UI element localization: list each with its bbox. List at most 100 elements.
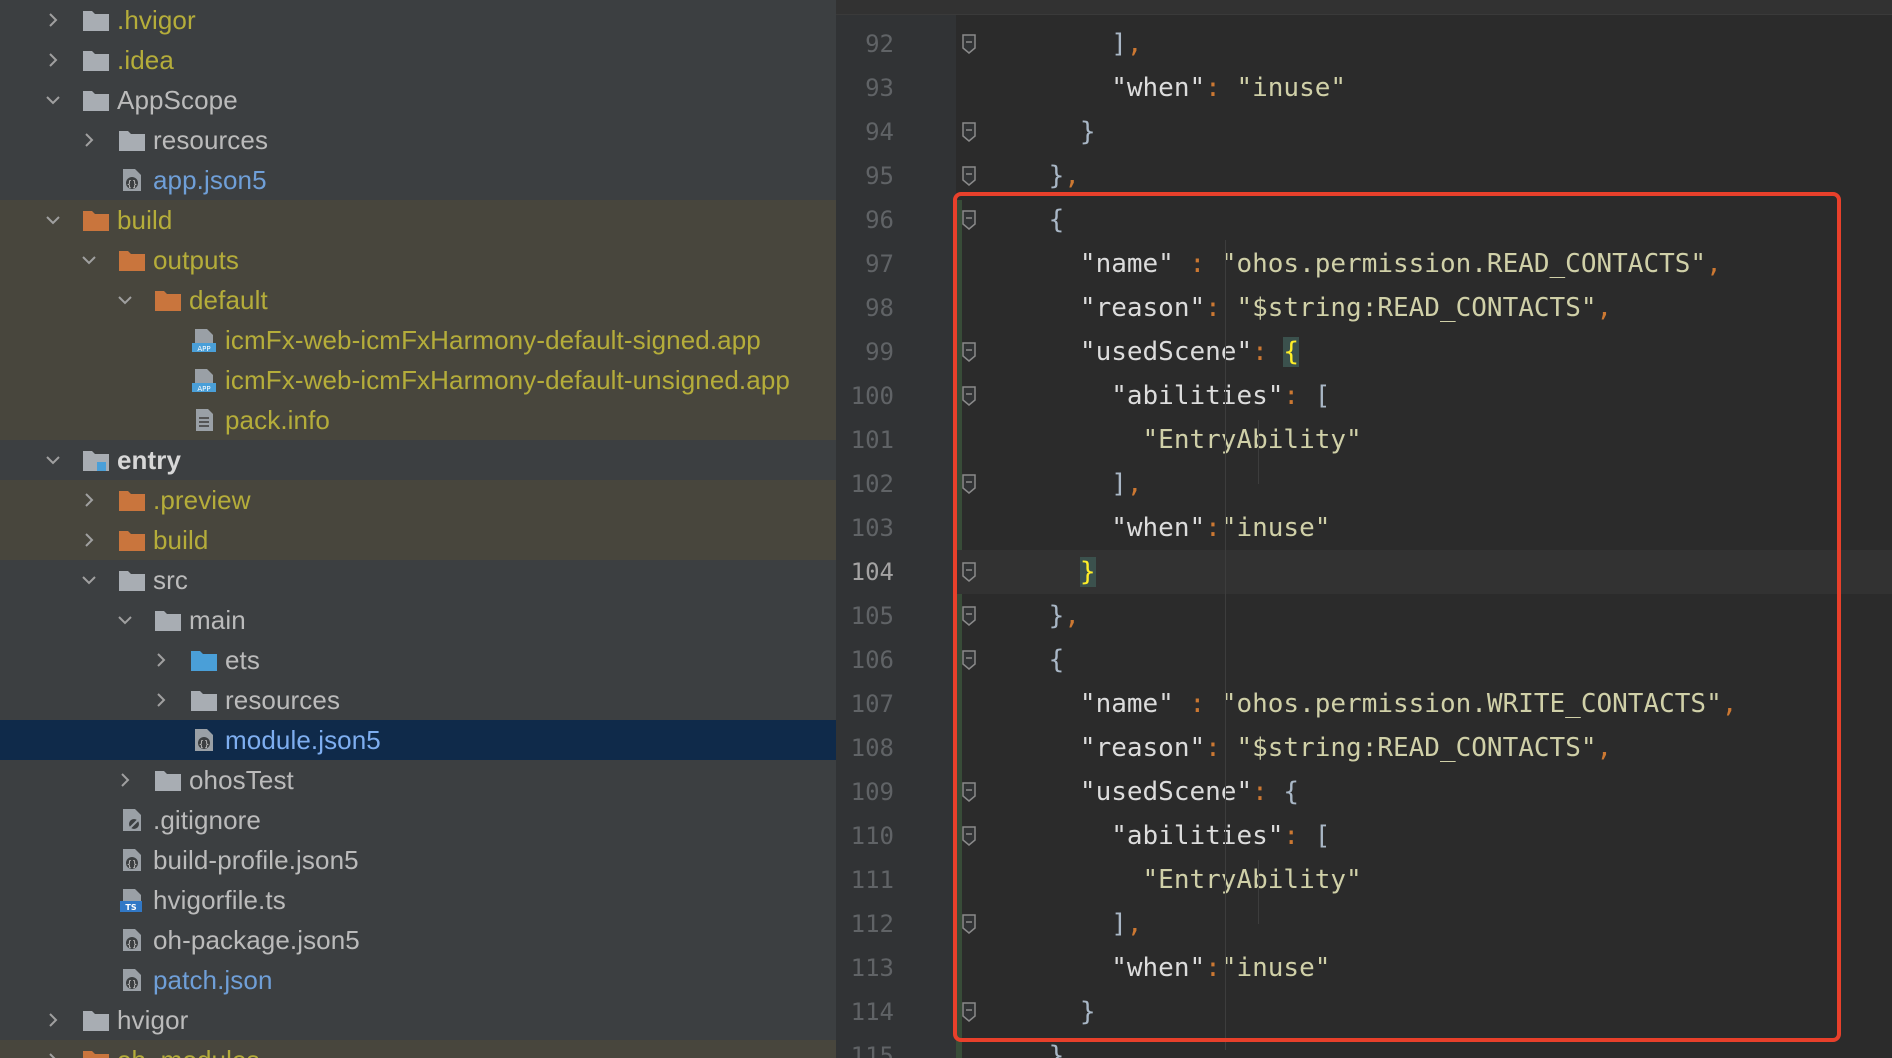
code-line[interactable]: ], xyxy=(986,462,1142,506)
code-line[interactable]: } xyxy=(986,550,1096,594)
tree-item-hvigorfile-ts[interactable]: TS hvigorfile.ts xyxy=(0,880,836,920)
fold-marker-icon[interactable] xyxy=(960,561,978,583)
tree-item-resources[interactable]: resources xyxy=(0,680,836,720)
fold-marker-icon[interactable] xyxy=(960,913,978,935)
code-line[interactable]: "when":"inuse" xyxy=(986,946,1330,990)
tree-item-ohostest[interactable]: ohosTest xyxy=(0,760,836,800)
chevron-right-icon[interactable] xyxy=(152,651,170,669)
chevron-right-icon[interactable] xyxy=(80,131,98,149)
code-line[interactable]: "EntryAbility" xyxy=(986,858,1362,902)
tree-item-module-json5[interactable]: {} module.json5 xyxy=(0,720,836,760)
tree-item-build-profile-json5[interactable]: {} build-profile.json5 xyxy=(0,840,836,880)
svg-text:APP: APP xyxy=(197,345,210,353)
code-line[interactable]: "abilities": [ xyxy=(986,374,1330,418)
tree-item-entry[interactable]: entry xyxy=(0,440,836,480)
code-line[interactable]: "abilities": [ xyxy=(986,814,1330,858)
chevron-right-icon[interactable] xyxy=(44,1051,62,1058)
fold-marker-icon[interactable] xyxy=(960,209,978,231)
fold-marker-icon[interactable] xyxy=(960,781,978,803)
tree-item-label: oh-package.json5 xyxy=(153,924,360,955)
chevron-down-icon[interactable] xyxy=(44,211,62,229)
fold-marker-icon[interactable] xyxy=(960,649,978,671)
chevron-down-icon[interactable] xyxy=(80,571,98,589)
code-line[interactable]: }, xyxy=(986,154,1080,198)
tree-item-patch-json[interactable]: {} patch.json xyxy=(0,960,836,1000)
code-editor[interactable]: 92 93 94 95 96 97 98 99 100 101 102 103 104 105 106 107… xyxy=(836,0,1892,1058)
code-token: : xyxy=(1205,733,1237,763)
line-number: 113 xyxy=(850,954,894,982)
tree-item-resources[interactable]: resources xyxy=(0,120,836,160)
tree-item-label: src xyxy=(153,564,188,595)
tree-item-pack-info[interactable]: pack.info xyxy=(0,400,836,440)
fold-marker-icon[interactable] xyxy=(960,121,978,143)
code-line[interactable]: "EntryAbility" xyxy=(986,418,1362,462)
chevron-down-icon[interactable] xyxy=(80,251,98,269)
fold-marker-icon[interactable] xyxy=(960,605,978,627)
tree-item-appscope[interactable]: AppScope xyxy=(0,80,836,120)
code-line[interactable]: "usedScene": { xyxy=(986,330,1300,374)
code-line[interactable]: "when":"inuse" xyxy=(986,506,1330,550)
code-line[interactable]: ], xyxy=(986,22,1142,66)
tree-item-idea[interactable]: .idea xyxy=(0,40,836,80)
folder-icon xyxy=(80,1007,112,1033)
tree-item-label: hvigor xyxy=(117,1004,189,1035)
code-line[interactable]: "name" : "ohos.permission.WRITE_CONTACTS… xyxy=(986,682,1737,726)
project-tree[interactable]: .hvigor .idea AppScope resources {} app.json5… xyxy=(0,0,836,1058)
tree-item-gitignore[interactable]: .gitignore xyxy=(0,800,836,840)
tree-item-preview[interactable]: .preview xyxy=(0,480,836,520)
chevron-right-icon[interactable] xyxy=(44,51,62,69)
fold-marker-icon[interactable] xyxy=(960,1001,978,1023)
json5-file-icon: {} xyxy=(188,727,220,753)
fold-marker-icon[interactable] xyxy=(960,385,978,407)
code-line[interactable]: } xyxy=(986,1034,1065,1058)
code-line[interactable]: "usedScene": { xyxy=(986,770,1299,814)
code-line[interactable]: ], xyxy=(986,902,1143,946)
chevron-right-icon[interactable] xyxy=(152,691,170,709)
tree-item-build[interactable]: build xyxy=(0,520,836,560)
tree-item-hvigor[interactable]: .hvigor xyxy=(0,0,836,40)
tree-item-oh-package-json5[interactable]: {} oh-package.json5 xyxy=(0,920,836,960)
tree-item-build[interactable]: build xyxy=(0,200,836,240)
tree-item-icmfx-web-icmfxharmony-default-unsigned-app[interactable]: APP icmFx-web-icmFxHarmony-default-unsign… xyxy=(0,360,836,400)
chevron-down-icon[interactable] xyxy=(116,291,134,309)
tree-item-main[interactable]: main xyxy=(0,600,836,640)
code-line[interactable]: "name" : "ohos.permission.READ_CONTACTS"… xyxy=(986,242,1722,286)
fold-marker-icon[interactable] xyxy=(960,473,978,495)
chevron-right-icon[interactable] xyxy=(44,11,62,29)
indent-guide xyxy=(1225,240,1226,1050)
tree-item-icmfx-web-icmfxharmony-default-signed-app[interactable]: APP icmFx-web-icmFxHarmony-default-signed… xyxy=(0,320,836,360)
tree-item-oh-modules[interactable]: oh_modules xyxy=(0,1040,836,1058)
chevron-down-icon[interactable] xyxy=(44,451,62,469)
tree-item-ets[interactable]: ets xyxy=(0,640,836,680)
tree-item-label: build xyxy=(117,204,173,235)
chevron-right-icon[interactable] xyxy=(80,531,98,549)
fold-marker-icon[interactable] xyxy=(960,165,978,187)
code-token: "reason" xyxy=(986,733,1206,763)
chevron-right-icon[interactable] xyxy=(116,771,134,789)
tree-item-hvigor[interactable]: hvigor xyxy=(0,1000,836,1040)
svg-text:APP: APP xyxy=(197,385,210,393)
fold-marker-icon[interactable] xyxy=(960,825,978,847)
code-line[interactable]: "when": "inuse" xyxy=(986,66,1346,110)
code-line[interactable]: } xyxy=(986,990,1096,1034)
tree-item-label: build xyxy=(153,524,209,555)
code-line[interactable]: { xyxy=(986,638,1065,682)
fold-marker-icon[interactable] xyxy=(960,33,978,55)
code-line[interactable]: "reason": "$string:READ_CONTACTS", xyxy=(986,726,1612,770)
code-line[interactable]: }, xyxy=(986,594,1080,638)
fold-marker-icon[interactable] xyxy=(960,341,978,363)
code-line[interactable]: "reason": "$string:READ_CONTACTS", xyxy=(986,286,1612,330)
chevron-right-icon[interactable] xyxy=(80,491,98,509)
tree-item-outputs[interactable]: outputs xyxy=(0,240,836,280)
code-line[interactable]: } xyxy=(986,110,1096,154)
code-token: { xyxy=(986,645,1065,675)
chevron-right-icon[interactable] xyxy=(44,1011,62,1029)
tree-item-src[interactable]: src xyxy=(0,560,836,600)
chevron-down-icon[interactable] xyxy=(44,91,62,109)
code-line[interactable]: { xyxy=(986,198,1065,242)
tree-item-app-json5[interactable]: {} app.json5 xyxy=(0,160,836,200)
code-token: : xyxy=(1283,381,1315,411)
code-token: , xyxy=(1126,909,1143,939)
tree-item-default[interactable]: default xyxy=(0,280,836,320)
chevron-down-icon[interactable] xyxy=(116,611,134,629)
